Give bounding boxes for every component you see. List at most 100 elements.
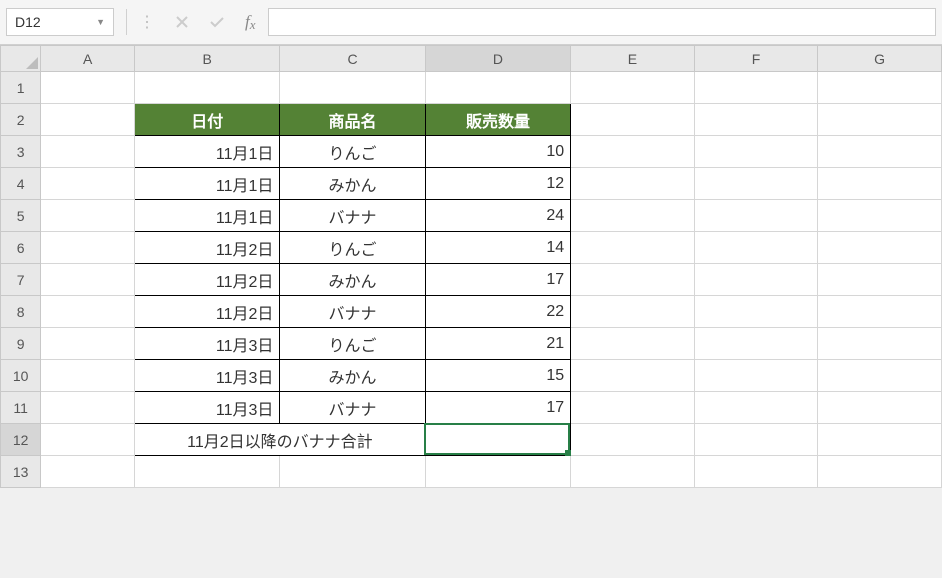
cell-C1[interactable] [280,72,425,104]
cell-E2[interactable] [571,104,695,136]
cell-E10[interactable] [571,360,695,392]
cell-A11[interactable] [41,392,135,424]
cell-G7[interactable] [818,264,942,296]
cell-D9[interactable]: 21 [425,328,570,360]
formula-bar-input[interactable] [268,8,936,36]
cell-G12[interactable] [818,424,942,456]
cell-C5[interactable]: バナナ [280,200,425,232]
cell-A4[interactable] [41,168,135,200]
cell-E12[interactable] [571,424,695,456]
col-header-A[interactable]: A [41,46,135,72]
cell-F3[interactable] [694,136,818,168]
col-header-D[interactable]: D [425,46,570,72]
cell-E5[interactable] [571,200,695,232]
cell-B11[interactable]: 11月3日 [135,392,280,424]
cell-D1[interactable] [425,72,570,104]
cell-D10[interactable]: 15 [425,360,570,392]
cell-C6[interactable]: りんご [280,232,425,264]
cell-C8[interactable]: バナナ [280,296,425,328]
cell-G4[interactable] [818,168,942,200]
cell-A10[interactable] [41,360,135,392]
cancel-formula-button[interactable] [175,15,189,29]
cell-C4[interactable]: みかん [280,168,425,200]
row-header-5[interactable]: 5 [1,200,41,232]
cell-D12[interactable] [425,424,570,456]
cell-F8[interactable] [694,296,818,328]
cell-G10[interactable] [818,360,942,392]
cell-C3[interactable]: りんご [280,136,425,168]
cell-A13[interactable] [41,456,135,488]
col-header-B[interactable]: B [135,46,280,72]
col-header-C[interactable]: C [280,46,425,72]
cell-C7[interactable]: みかん [280,264,425,296]
cell-F7[interactable] [694,264,818,296]
cell-B7[interactable]: 11月2日 [135,264,280,296]
cell-B12-C12[interactable]: 11月2日以降のバナナ合計 [135,424,426,456]
cell-A5[interactable] [41,200,135,232]
cell-C11[interactable]: バナナ [280,392,425,424]
cell-G3[interactable] [818,136,942,168]
cell-F13[interactable] [694,456,818,488]
row-header-11[interactable]: 11 [1,392,41,424]
confirm-formula-button[interactable] [209,15,225,29]
cell-B13[interactable] [135,456,280,488]
cell-F11[interactable] [694,392,818,424]
col-header-F[interactable]: F [694,46,818,72]
cell-F6[interactable] [694,232,818,264]
row-header-2[interactable]: 2 [1,104,41,136]
cell-F9[interactable] [694,328,818,360]
cell-D8[interactable]: 22 [425,296,570,328]
select-all-corner[interactable] [1,46,41,72]
cell-E13[interactable] [571,456,695,488]
cell-B2[interactable]: 日付 [135,104,280,136]
col-header-G[interactable]: G [818,46,942,72]
cell-G5[interactable] [818,200,942,232]
cell-B4[interactable]: 11月1日 [135,168,280,200]
cell-B3[interactable]: 11月1日 [135,136,280,168]
cell-C9[interactable]: りんご [280,328,425,360]
row-header-3[interactable]: 3 [1,136,41,168]
cell-A6[interactable] [41,232,135,264]
cell-B10[interactable]: 11月3日 [135,360,280,392]
row-header-7[interactable]: 7 [1,264,41,296]
fx-icon[interactable]: fx [245,12,256,33]
cell-D13[interactable] [425,456,570,488]
cell-B1[interactable] [135,72,280,104]
cell-D11[interactable]: 17 [425,392,570,424]
cell-E4[interactable] [571,168,695,200]
row-header-1[interactable]: 1 [1,72,41,104]
cell-G2[interactable] [818,104,942,136]
cell-A9[interactable] [41,328,135,360]
cell-A2[interactable] [41,104,135,136]
cell-C2[interactable]: 商品名 [280,104,425,136]
cell-F1[interactable] [694,72,818,104]
name-box[interactable]: D12 ▼ [6,8,114,36]
row-header-8[interactable]: 8 [1,296,41,328]
cell-G13[interactable] [818,456,942,488]
cell-E6[interactable] [571,232,695,264]
cell-G1[interactable] [818,72,942,104]
cell-F5[interactable] [694,200,818,232]
cell-A3[interactable] [41,136,135,168]
cell-F2[interactable] [694,104,818,136]
cell-E9[interactable] [571,328,695,360]
cell-E8[interactable] [571,296,695,328]
cell-B9[interactable]: 11月3日 [135,328,280,360]
row-header-9[interactable]: 9 [1,328,41,360]
cell-B8[interactable]: 11月2日 [135,296,280,328]
row-header-10[interactable]: 10 [1,360,41,392]
cell-E7[interactable] [571,264,695,296]
cell-D5[interactable]: 24 [425,200,570,232]
cell-F10[interactable] [694,360,818,392]
row-header-13[interactable]: 13 [1,456,41,488]
row-header-4[interactable]: 4 [1,168,41,200]
cell-D3[interactable]: 10 [425,136,570,168]
row-header-12[interactable]: 12 [1,424,41,456]
cell-G9[interactable] [818,328,942,360]
cell-A12[interactable] [41,424,135,456]
cell-E3[interactable] [571,136,695,168]
row-header-6[interactable]: 6 [1,232,41,264]
cell-D7[interactable]: 17 [425,264,570,296]
spreadsheet-grid[interactable]: A B C D E F G 1 2 [0,45,942,488]
cell-G6[interactable] [818,232,942,264]
